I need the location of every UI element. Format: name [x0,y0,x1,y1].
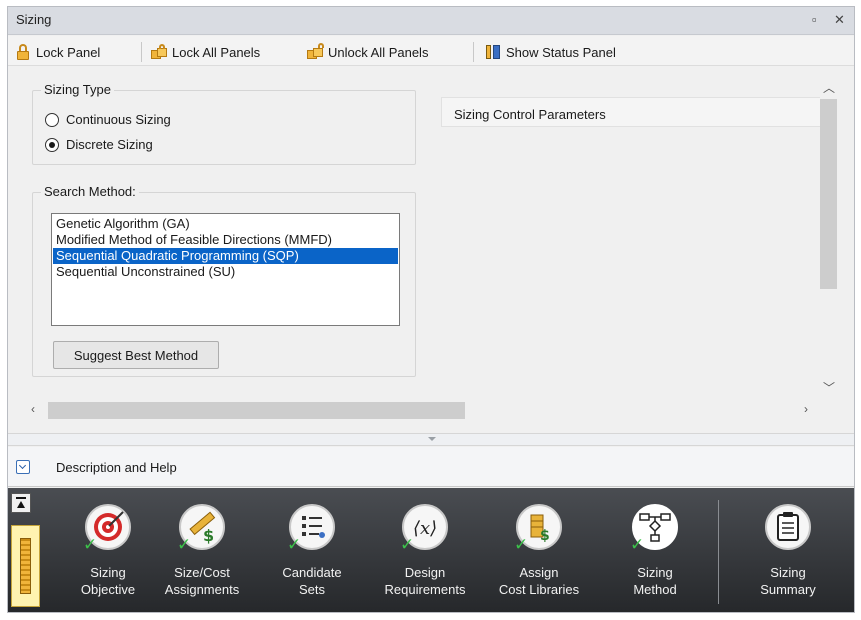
splitter-grip-icon [428,437,436,441]
window-title: Sizing [16,12,52,27]
discrete-label: Discrete Sizing [66,137,153,152]
unlock-all-panels-button[interactable]: Unlock All Panels [307,42,428,62]
ribbon-sizing-method[interactable]: ✓ Sizing Method [608,494,702,604]
continuous-sizing-radio[interactable]: Continuous Sizing [45,112,171,127]
unlock-all-icon [307,43,324,60]
lock-all-label: Lock All Panels [172,44,261,60]
toolbar-divider [141,42,142,62]
discrete-sizing-radio[interactable]: Discrete Sizing [45,137,153,152]
ribbon-label-line1: Assign [519,565,559,580]
clipboard-icon [765,504,811,550]
check-icon: ✓ [83,535,98,554]
show-status-label: Show Status Panel [506,44,616,60]
ribbon-assign-cost-libraries[interactable]: $ ✓ Assign Cost Libraries [492,494,586,604]
lock-panel-button[interactable]: Lock Panel [15,42,100,62]
ribbon-label-line2: Summary [760,582,816,597]
ribbon-candidate-sets[interactable]: ✓ Candidate Sets [265,494,359,604]
ribbon-sizing-summary[interactable]: Sizing Summary [741,494,835,604]
search-method-listbox[interactable]: Genetic Algorithm (GA) Modified Method o… [51,213,400,326]
suggest-best-method-button[interactable]: Suggest Best Method [53,341,219,369]
list-item[interactable]: Genetic Algorithm (GA) [53,216,398,232]
continuous-radio-circle[interactable] [45,112,59,127]
discrete-radio-circle[interactable] [45,137,59,152]
panel-splitter[interactable] [8,433,854,446]
ribbon-label-line2: Requirements [384,582,466,597]
list-item[interactable]: Sequential Unconstrained (SU) [53,264,398,280]
ribbon-label-line2: Method [633,582,677,597]
title-bar: Sizing ▫ ✕ [8,7,854,35]
list-item-selected[interactable]: Sequential Quadratic Programming (SQP) [53,248,398,264]
sizing-sidetab[interactable] [11,525,40,607]
sizing-ribbon: ✓ Sizing Objective $ ✓ Size/Cost Assignmen… [8,488,854,612]
show-status-panel-button[interactable]: Show Status Panel [485,42,616,62]
continuous-label: Continuous Sizing [66,112,171,127]
vertical-scroll-thumb[interactable] [820,99,837,289]
scroll-down-icon[interactable]: ﹀ [823,379,835,396]
lock-all-panels-button[interactable]: Lock All Panels [151,42,260,62]
ribbon-label-line2: Cost Libraries [498,582,580,597]
lock-icon [15,44,31,60]
ribbon-sizing-objective[interactable]: ✓ Sizing Objective [61,494,155,604]
sizing-window: Sizing ▫ ✕ Lock Panel Lock All Panels Un… [7,6,855,613]
ribbon-label-line1: Sizing [637,565,673,580]
check-icon: ✓ [514,535,529,554]
svg-text:⟨x⟩: ⟨x⟩ [413,518,437,539]
scroll-left-icon[interactable]: ‹ [31,402,35,416]
toolbar-divider [473,42,474,62]
check-icon: ✓ [287,535,302,554]
svg-text:$: $ [203,526,214,545]
lock-panel-label: Lock Panel [36,44,101,60]
svg-text:$: $ [540,528,550,544]
ruler-icon [20,538,31,594]
restore-icon[interactable]: ▫ [812,12,817,27]
sizing-control-parameters-header: Sizing Control Parameters [441,97,820,127]
lock-all-icon [151,44,167,60]
sizing-type-legend: Sizing Type [41,82,114,97]
ribbon-design-requirements[interactable]: ⟨x⟩ ✓ Design Requirements [378,494,472,604]
check-icon: ✓ [630,535,645,554]
ribbon-label-line2: Assignments [164,582,240,597]
sizing-method-content: Sizing Type Continuous Sizing Discrete S… [8,67,854,433]
ribbon-label-line1: Sizing [90,565,126,580]
status-panel-icon [485,44,501,60]
ribbon-label-line2: Sets [298,582,325,597]
search-method-group: Search Method: Genetic Algorithm (GA) Mo… [32,184,416,377]
check-icon: ✓ [400,535,415,554]
vertical-scrollbar[interactable]: ︿ ﹀ [820,79,837,402]
ribbon-label-line1: Sizing [770,565,806,580]
sizing-type-group: Sizing Type Continuous Sizing Discrete S… [32,82,416,165]
description-help-label: Description and Help [56,460,177,475]
ribbon-label-line1: Design [404,565,446,580]
horizontal-scrollbar[interactable]: ‹ › [28,401,820,419]
list-item[interactable]: Modified Method of Feasible Directions (… [53,232,398,248]
horizontal-scroll-thumb[interactable] [48,402,465,419]
ribbon-divider [718,500,719,604]
search-method-legend: Search Method: [41,184,139,199]
check-icon: ✓ [177,535,192,554]
scroll-up-icon[interactable]: ︿ [823,79,835,96]
ribbon-size-cost-assignments[interactable]: $ ✓ Size/Cost Assignments [155,494,249,604]
description-and-help-bar[interactable]: Description and Help [8,447,854,487]
ribbon-label-line1: Candidate [282,565,342,580]
ribbon-label-line2: Objective [80,582,136,597]
pin-top-icon[interactable] [11,493,31,513]
close-icon[interactable]: ✕ [834,12,845,28]
ribbon-label-line1: Size/Cost [174,565,230,580]
scroll-right-icon[interactable]: › [804,402,808,416]
unlock-all-label: Unlock All Panels [328,44,429,60]
panel-toolbar: Lock Panel Lock All Panels Unlock All Pa… [8,36,854,66]
expand-chevron-icon[interactable] [16,460,30,474]
